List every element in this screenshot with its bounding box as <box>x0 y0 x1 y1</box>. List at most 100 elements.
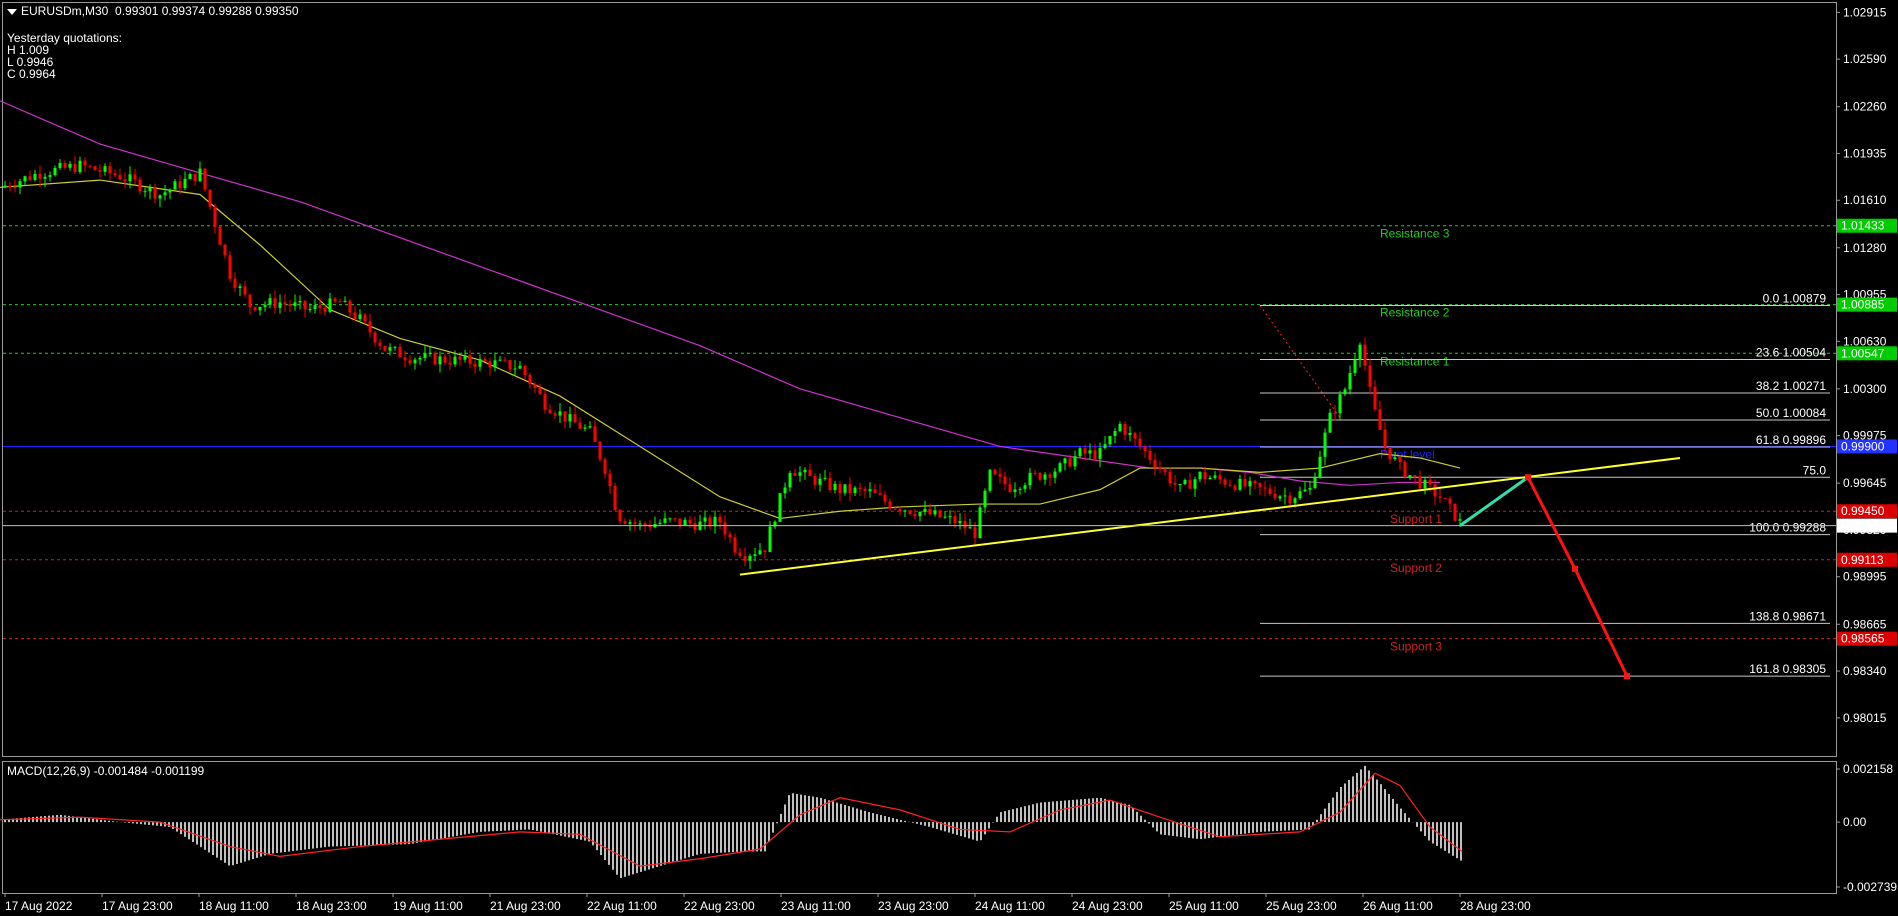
main-plot-frame <box>2 2 1837 757</box>
level-label-support-1: Support 1 <box>1390 512 1442 526</box>
candle-body <box>358 314 362 319</box>
candle-body <box>23 176 27 182</box>
candle-body <box>753 554 757 556</box>
candle-body <box>1168 471 1172 484</box>
candle-body <box>1138 438 1142 447</box>
candle-body <box>1023 485 1027 489</box>
candle-body <box>758 550 762 555</box>
candle-body <box>633 522 637 524</box>
price-tick-label: 1.02260 <box>1843 100 1887 114</box>
time-tick-label: 18 Aug 11:00 <box>199 899 269 913</box>
candle-body <box>163 192 167 196</box>
candle-body <box>148 186 152 192</box>
candle-body <box>1103 444 1107 449</box>
candle-body <box>288 304 292 306</box>
candle-body <box>588 426 592 428</box>
fib-level-label: 61.8 0.99896 <box>1756 433 1826 447</box>
candle-body <box>948 516 952 518</box>
candle-body <box>1013 489 1017 493</box>
candle-body <box>963 520 967 529</box>
candle-body <box>93 166 97 171</box>
candle-body <box>528 374 532 385</box>
candle-body <box>1458 519 1462 521</box>
candle-body <box>378 342 382 347</box>
candle-body <box>918 511 922 517</box>
candle-body <box>1413 475 1417 477</box>
fib-base-line <box>1259 305 1341 418</box>
macd-tick-label: 0.002158 <box>1843 762 1893 776</box>
candle-body <box>1253 480 1257 484</box>
candle-body <box>828 477 832 491</box>
candle-body <box>188 174 192 179</box>
candle-body <box>888 501 892 509</box>
price-tick-label: 1.01610 <box>1843 193 1887 207</box>
candle-body <box>1318 456 1322 478</box>
candle-body <box>928 508 932 515</box>
fib-level-label: 138.8 0.98671 <box>1749 609 1826 623</box>
candle-body <box>668 518 672 520</box>
candle-body <box>733 537 737 553</box>
candle-body <box>1268 488 1272 494</box>
candle-body <box>173 181 177 190</box>
candle-body <box>1353 359 1357 374</box>
candle-body <box>553 413 557 416</box>
candle-body <box>993 469 997 475</box>
candle-body <box>798 472 802 476</box>
candle-body <box>113 173 117 176</box>
time-tick-label: 25 Aug 11:00 <box>1169 899 1239 913</box>
candle-body <box>538 387 542 394</box>
candle-body <box>913 513 917 517</box>
candle-body <box>1153 459 1157 468</box>
candle-body <box>1088 450 1092 454</box>
candle-body <box>428 352 432 354</box>
candle-body <box>1123 423 1127 435</box>
candle-body <box>958 520 962 524</box>
candle-body <box>153 186 157 199</box>
candle-body <box>1418 476 1422 489</box>
candle-body <box>1358 344 1362 360</box>
candle-body <box>1293 498 1297 504</box>
level-axis-value: 0.99900 <box>1841 439 1885 453</box>
candle-body <box>413 359 417 364</box>
candle-body <box>1098 448 1102 459</box>
time-tick-label: 17 Aug 23:00 <box>102 899 173 913</box>
candle-body <box>1273 493 1277 499</box>
candle-body <box>448 362 452 365</box>
time-tick-label: 25 Aug 23:00 <box>1266 899 1337 913</box>
candle-body <box>388 347 392 351</box>
time-tick-label: 28 Aug 23:00 <box>1460 899 1531 913</box>
candle-body <box>1323 432 1327 457</box>
candle-body <box>263 304 267 307</box>
candle-body <box>238 286 242 288</box>
time-tick-label: 19 Aug 11:00 <box>393 899 463 913</box>
candle-body <box>783 487 787 494</box>
candle-body <box>568 414 572 422</box>
candle-body <box>1428 479 1432 485</box>
candle-body <box>498 359 502 361</box>
candle-body <box>273 298 277 308</box>
level-axis-value: 1.00885 <box>1841 298 1885 312</box>
candle-body <box>43 176 47 179</box>
price-tick-label: 0.98340 <box>1843 664 1887 678</box>
candle-body <box>1328 412 1332 433</box>
candle-body <box>683 519 687 526</box>
time-tick-label: 22 Aug 23:00 <box>684 899 755 913</box>
level-axis-value: 0.99450 <box>1841 504 1885 518</box>
candle-body <box>8 185 12 188</box>
macd-tick-label: 0.00 <box>1843 815 1867 829</box>
candle-body <box>1298 491 1302 499</box>
candle-body <box>433 352 437 365</box>
candle-body <box>983 490 987 508</box>
candle-body <box>128 174 132 182</box>
candle-body <box>123 179 127 182</box>
candle-body <box>338 301 342 303</box>
candle-body <box>573 414 577 423</box>
price-chart[interactable]: 1.02915 1.02590 1.02260 1.01935 1.01610 1.012… <box>0 0 1898 916</box>
candle-body <box>243 286 247 295</box>
candle-body <box>508 360 512 370</box>
candle-body <box>443 356 447 363</box>
candle-body <box>138 179 142 192</box>
candle-body <box>693 523 697 530</box>
collapse-triangle-icon[interactable] <box>7 8 17 15</box>
candle-body <box>603 459 607 474</box>
